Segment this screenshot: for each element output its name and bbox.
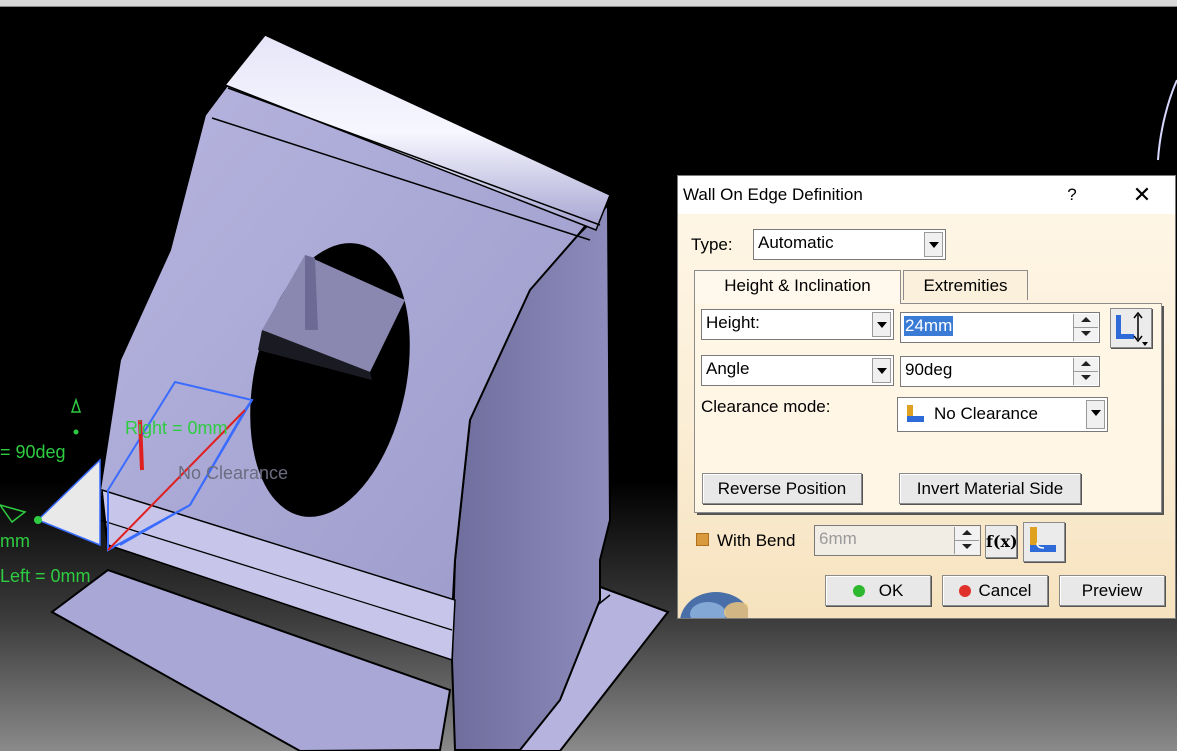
clearance-icon: [905, 405, 927, 430]
spin-up-icon[interactable]: [1074, 358, 1098, 372]
with-bend-label: With Bend: [717, 531, 796, 550]
height-value-text: 24mm: [904, 316, 954, 336]
right-limit-dimension-label: Right = 0mm: [125, 418, 228, 438]
cancel-icon: [958, 585, 971, 597]
spin-down-icon[interactable]: [1074, 372, 1098, 386]
height-mode-value: Height:: [706, 313, 760, 332]
spin-up-icon[interactable]: [955, 527, 979, 541]
angle-spinner[interactable]: [1073, 358, 1098, 385]
formula-button[interactable]: f(x): [985, 525, 1018, 558]
height-reference-icon-button[interactable]: [1110, 308, 1152, 348]
angle-dimension-label: = 90deg: [0, 442, 66, 462]
height-spinner[interactable]: [1073, 314, 1098, 341]
angle-value-text: 90deg: [905, 360, 953, 379]
height-value-field[interactable]: 24mm: [900, 312, 1100, 343]
cancel-label: Cancel: [978, 581, 1032, 600]
tab-extremities[interactable]: Extremities: [903, 270, 1028, 300]
spin-up-icon[interactable]: [1074, 314, 1098, 328]
close-button[interactable]: ✕: [1129, 181, 1155, 209]
dialog-title: Wall On Edge Definition: [683, 185, 863, 204]
type-dropdown-value: Automatic: [758, 233, 834, 252]
angle-value-field[interactable]: 90deg: [900, 356, 1100, 387]
ok-label: OK: [878, 581, 904, 600]
chevron-down-icon[interactable]: [872, 358, 891, 383]
dialog-title-bar[interactable]: Wall On Edge Definition ? ✕: [678, 176, 1175, 214]
ok-button[interactable]: OK: [825, 575, 931, 606]
angle-mode-dropdown[interactable]: Angle: [701, 355, 894, 386]
type-dropdown[interactable]: Automatic: [753, 229, 946, 260]
reverse-position-button[interactable]: Reverse Position: [702, 473, 862, 504]
chevron-down-icon[interactable]: [872, 312, 891, 337]
with-bend-checkbox[interactable]: [696, 533, 709, 546]
preview-button[interactable]: Preview: [1059, 575, 1165, 606]
bend-parameters-icon: [1030, 527, 1056, 552]
bend-parameters-button[interactable]: [1023, 522, 1065, 562]
help-button[interactable]: ?: [1061, 182, 1083, 208]
bend-radius-value: 6mm: [819, 529, 857, 548]
angle-mode-value: Angle: [706, 359, 750, 378]
bend-radius-field[interactable]: 6mm: [814, 525, 981, 556]
clearance-mode-value: No Clearance: [934, 404, 1038, 423]
globe-decoration: [678, 576, 748, 618]
spin-down-icon[interactable]: [955, 541, 979, 555]
bend-radius-spinner[interactable]: [954, 527, 979, 554]
chevron-down-icon[interactable]: [1086, 400, 1105, 429]
spin-down-icon[interactable]: [1074, 328, 1098, 342]
type-label: Type:: [691, 235, 733, 254]
clearance-mode-label: Clearance mode:: [701, 397, 831, 416]
ok-icon: [852, 585, 865, 597]
left-limit-dimension-label: Left = 0mm: [0, 566, 91, 586]
clearance-mode-dropdown[interactable]: No Clearance: [897, 397, 1108, 432]
height-dimension-label: mm: [0, 531, 30, 551]
wall-on-edge-dialog: Wall On Edge Definition ? ✕ Type: Automa…: [677, 175, 1176, 619]
height-mode-dropdown[interactable]: Height:: [701, 309, 894, 340]
chevron-down-icon[interactable]: [924, 232, 943, 257]
tab-height-inclination[interactable]: Height & Inclination: [694, 270, 901, 304]
invert-material-side-button[interactable]: Invert Material Side: [899, 473, 1081, 504]
clearance-annotation-label: No Clearance: [178, 463, 289, 483]
height-reference-icon: [1116, 311, 1148, 346]
window-top-edge: [0, 0, 1177, 7]
cancel-button[interactable]: Cancel: [942, 575, 1048, 606]
